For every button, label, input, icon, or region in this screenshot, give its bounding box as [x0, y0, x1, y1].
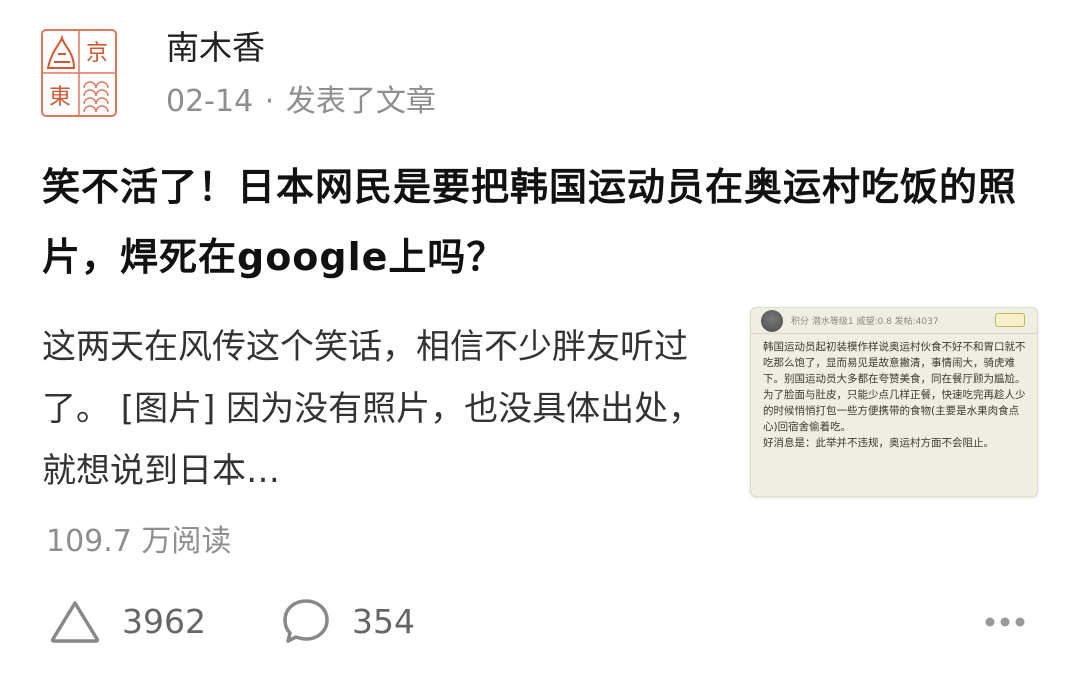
comment-count: 354: [352, 601, 415, 641]
thumbnail-avatar: [761, 310, 783, 332]
author-avatar[interactable]: 京 東: [40, 28, 118, 118]
thumbnail-meta: 积分 潜水等级1 威望:0.8 发帖:4037: [791, 317, 939, 327]
more-dots-icon: [985, 617, 1025, 627]
post-excerpt[interactable]: 这两天在风传这个笑话，相信不少胖友听过了。 [图片] 因为没有照片，也没具体出处…: [42, 316, 710, 502]
post-title[interactable]: 笑不活了！日本网民是要把韩国运动员在奥运村吃饭的照片，焊死在google上吗？: [42, 152, 1042, 292]
post-thumbnail[interactable]: 积分 潜水等级1 威望:0.8 发帖:4037 韩国运动员起初装模作样说奥运村伙…: [750, 307, 1038, 497]
triangle-like-icon: [50, 601, 100, 643]
speech-bubble-icon: [283, 599, 329, 643]
more-options-button[interactable]: [980, 612, 1030, 632]
thumbnail-paragraph: 为了脸面与肚皮，只能少点几样正餐，快速吃完再趁人少的时候悄悄打包一些方便携带的食…: [763, 389, 1026, 433]
thumbnail-paragraph: 韩国运动员起初装模作样说奥运村伙食不好不和胃口就不吃那么饱了，显而易见是故意撇清…: [763, 341, 1026, 385]
thumbnail-header: 积分 潜水等级1 威望:0.8 发帖:4037: [751, 308, 1037, 334]
like-button[interactable]: 3962: [48, 596, 206, 646]
meta-separator: ·: [264, 84, 275, 119]
thumbnail-text: 韩国运动员起初装模作样说奥运村伙食不好不和胃口就不吃那么饱了，显而易见是故意撇清…: [751, 334, 1037, 451]
author-name[interactable]: 南木香: [166, 26, 265, 70]
post-action: 发表了文章: [285, 84, 436, 119]
read-count: 109.7 万阅读: [46, 524, 232, 559]
thumbnail-paragraph: 好消息是：此举并不违规，奥运村方面不会阻止。: [763, 437, 994, 449]
post-date: 02-14: [166, 84, 254, 119]
post-meta: 02-14 · 发表了文章: [166, 80, 436, 124]
avatar-seal-char-2: 東: [49, 85, 71, 110]
thumbnail-badge: [995, 313, 1025, 327]
comment-button[interactable]: 354: [280, 596, 415, 646]
avatar-seal-char-1: 京: [86, 41, 108, 66]
like-count: 3962: [122, 601, 206, 641]
